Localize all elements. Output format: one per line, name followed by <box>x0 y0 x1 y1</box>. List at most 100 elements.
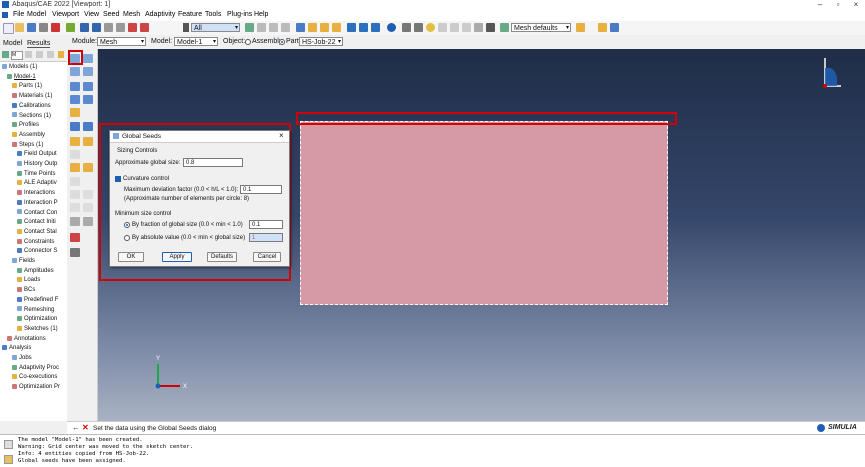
mesh-region-icon[interactable] <box>83 82 93 91</box>
tree-node[interactable]: Fields <box>12 257 35 267</box>
tree-mode-icon[interactable] <box>2 51 9 58</box>
part-display-icon[interactable] <box>402 23 411 32</box>
tab-results[interactable]: Results <box>27 40 51 48</box>
tree-node[interactable]: Optimization Pr <box>12 383 60 393</box>
back-arrow-icon[interactable]: ← <box>72 423 80 432</box>
view-iso-icon[interactable] <box>308 23 317 32</box>
delete-seeds-icon[interactable] <box>70 67 80 76</box>
menu-view[interactable]: View <box>84 11 99 18</box>
zoom-box-icon[interactable] <box>140 23 149 32</box>
message-tab-icon[interactable] <box>4 440 13 449</box>
mesh-stats-icon[interactable] <box>83 122 93 131</box>
by-absolute-field[interactable]: 1 <box>249 233 283 242</box>
mesh-edit-icon[interactable] <box>83 163 93 172</box>
undo-icon[interactable] <box>438 23 447 32</box>
view-top-icon[interactable] <box>320 23 329 32</box>
console-tab-icon[interactable] <box>4 455 13 464</box>
tree-node[interactable]: ALE Adaptiv <box>17 179 57 189</box>
grid-icon[interactable] <box>610 23 619 32</box>
verify-mesh-icon[interactable] <box>70 122 80 131</box>
save-icon[interactable] <box>27 23 36 32</box>
tree-node[interactable]: Assembly <box>12 131 45 141</box>
camera-icon[interactable] <box>486 23 495 32</box>
tree-node[interactable]: Model-1 <box>7 73 36 83</box>
cancel-button[interactable]: Cancel <box>253 252 281 262</box>
tree-icon[interactable] <box>66 23 75 32</box>
edit-mesh-icon[interactable] <box>70 163 80 172</box>
tree-node[interactable]: Loads <box>17 276 40 286</box>
datum-axis-icon[interactable] <box>83 190 93 199</box>
pan-icon[interactable] <box>80 23 89 32</box>
datum-point-icon[interactable] <box>70 190 80 199</box>
print-icon[interactable] <box>39 23 48 32</box>
menu-plugins[interactable]: Plug-ins <box>227 11 252 18</box>
layout-icon[interactable] <box>474 23 483 32</box>
stop-icon[interactable] <box>51 23 60 32</box>
tree-node[interactable]: Sketches (1) <box>17 325 58 335</box>
view-front-icon[interactable] <box>296 23 305 32</box>
menu-file[interactable]: File <box>13 11 24 18</box>
tree-highlight-icon[interactable] <box>58 51 64 58</box>
reference-icon[interactable] <box>83 217 93 226</box>
rotate-icon[interactable] <box>92 23 101 32</box>
apply-button[interactable]: Apply <box>162 252 192 262</box>
menu-viewport[interactable]: Viewport <box>52 11 79 18</box>
tree-mode-select[interactable]: M <box>11 51 23 60</box>
magnify-icon[interactable] <box>104 23 113 32</box>
query-icon[interactable] <box>598 23 607 32</box>
menu-feature[interactable]: Feature <box>178 11 202 18</box>
refresh-icon[interactable] <box>462 23 471 32</box>
tree-collapse-icon[interactable] <box>47 51 54 58</box>
view-side-icon[interactable] <box>332 23 341 32</box>
tree-node[interactable]: Calibrations <box>12 102 51 112</box>
color-icon[interactable] <box>426 23 435 32</box>
tree-node[interactable]: Sections (1) <box>12 112 51 122</box>
menu-adaptivity[interactable]: Adaptivity <box>145 11 175 18</box>
selection-filter[interactable]: All ▾ <box>191 23 240 32</box>
tree-node[interactable]: Interaction P <box>17 199 58 209</box>
mesh-defaults-icon[interactable] <box>500 23 509 32</box>
render-icon[interactable] <box>347 23 356 32</box>
app-menu-icon[interactable] <box>2 12 8 18</box>
tree-node[interactable]: Annotations <box>7 335 46 345</box>
menu-help[interactable]: Help <box>254 11 268 18</box>
tree-node[interactable]: Predefined F <box>17 296 58 306</box>
info-icon[interactable] <box>387 23 396 32</box>
select-more-icon[interactable] <box>281 23 290 32</box>
tree-node[interactable]: Parts (1) <box>12 82 42 92</box>
virtual-topology-icon[interactable] <box>70 150 80 159</box>
tree-node[interactable]: Constraints <box>17 238 54 248</box>
tree-node[interactable]: Optimization <box>17 315 57 325</box>
query-tool-icon[interactable] <box>70 217 80 226</box>
max-deviation-field[interactable]: 0.1 <box>240 185 282 194</box>
model-select[interactable]: Model-1 ▾ <box>174 37 218 46</box>
fit-icon[interactable] <box>128 23 137 32</box>
part-select[interactable]: HS-Job-22 ▾ <box>299 37 343 46</box>
dialog-close-icon[interactable]: × <box>279 131 284 140</box>
tree-node[interactable]: Materials (1) <box>12 92 52 102</box>
partition-face-icon[interactable] <box>70 137 80 146</box>
menu-mesh[interactable]: Mesh <box>123 11 140 18</box>
tree-node[interactable]: Steps (1) <box>12 141 43 151</box>
tree-node[interactable]: Amplitudes <box>17 267 54 277</box>
menu-model[interactable]: Model <box>27 11 46 18</box>
tree-node[interactable]: Time Points <box>17 170 55 180</box>
maximize-icon[interactable]: ▫ <box>830 0 846 10</box>
mesh-part-icon[interactable] <box>70 82 80 91</box>
open-icon[interactable] <box>15 23 24 32</box>
by-absolute-radio[interactable] <box>124 235 130 241</box>
redo-icon[interactable] <box>450 23 459 32</box>
zoom-icon[interactable] <box>116 23 125 32</box>
partition-edge-icon[interactable] <box>83 137 93 146</box>
by-fraction-radio[interactable] <box>124 222 130 228</box>
select-icon[interactable] <box>245 23 254 32</box>
tree-filter-icon[interactable] <box>25 51 32 58</box>
new-icon[interactable] <box>3 23 14 34</box>
tree-expand-icon[interactable] <box>36 51 43 58</box>
display-group-icon[interactable] <box>414 23 423 32</box>
view-triad-icon[interactable] <box>813 54 843 94</box>
mesh-controls-icon[interactable] <box>83 95 93 104</box>
seed-edges-icon[interactable] <box>83 54 93 63</box>
tree-node[interactable]: Interactions <box>17 189 55 199</box>
tree-node[interactable]: Field Output <box>17 150 57 160</box>
